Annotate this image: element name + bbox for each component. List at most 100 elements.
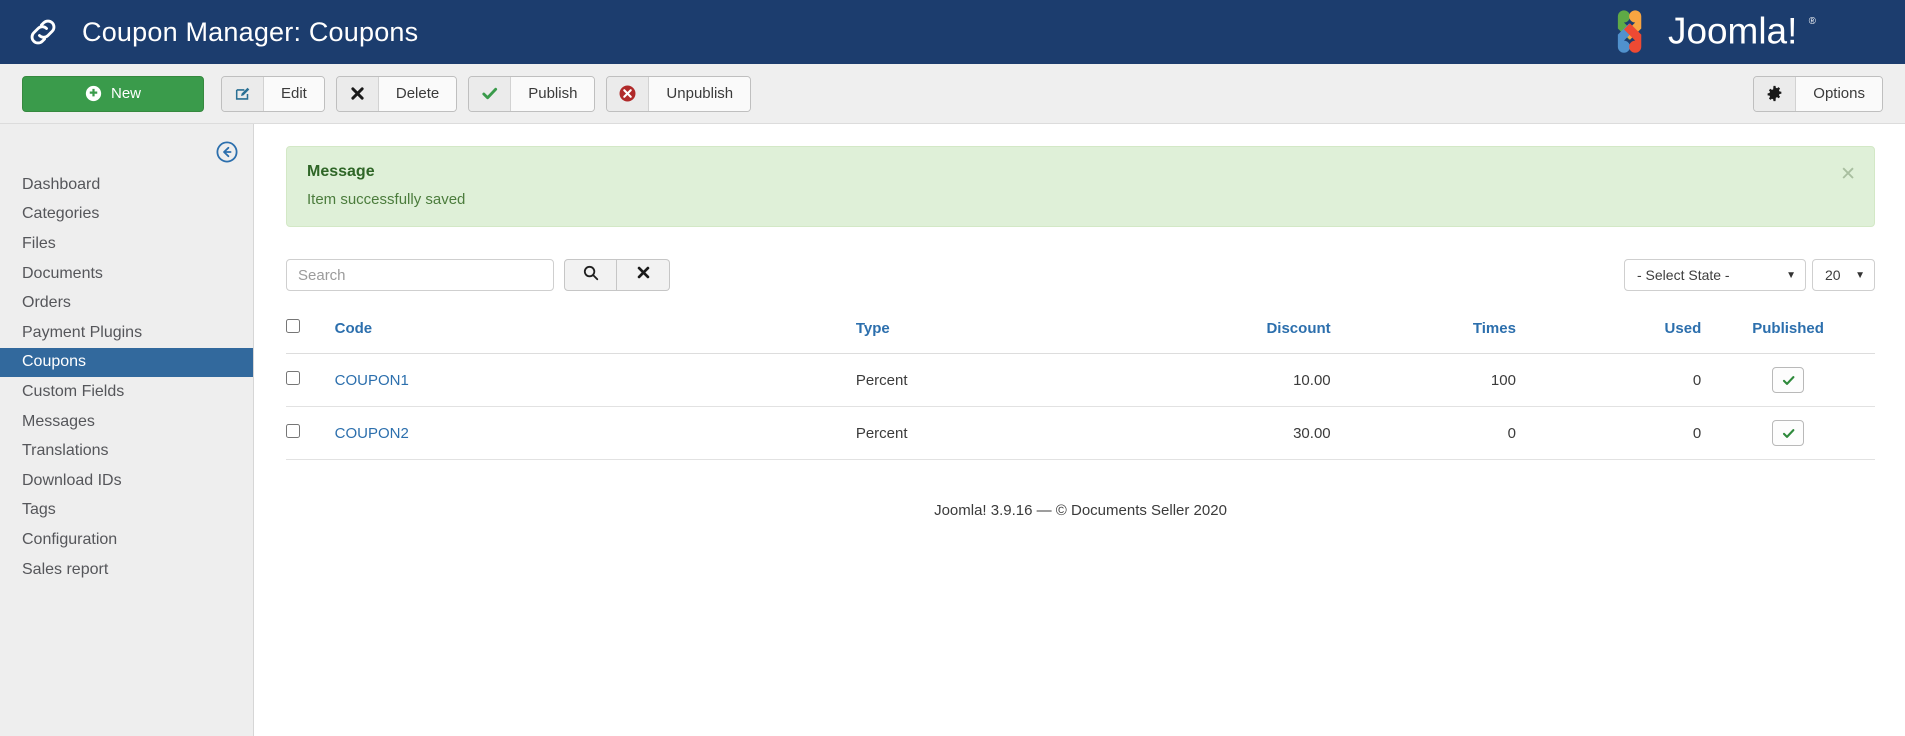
- sidebar-item-label: Coupons: [22, 353, 87, 371]
- arrow-circle-left-icon[interactable]: [215, 140, 239, 164]
- message-title: Message: [307, 163, 375, 180]
- new-button-label: New: [110, 85, 141, 102]
- delete-button-label: Delete: [378, 76, 457, 111]
- sidebar-item-download-ids[interactable]: Download IDs: [0, 466, 253, 496]
- column-header-times[interactable]: Times: [1330, 311, 1516, 354]
- select-all-checkbox[interactable]: [286, 319, 300, 333]
- search-icon: [582, 264, 600, 287]
- sidebar-collapse-row: [0, 134, 253, 170]
- message-text: Item successfully saved: [307, 191, 466, 208]
- search-button[interactable]: [564, 259, 617, 291]
- sidebar-item-documents[interactable]: Documents: [0, 259, 253, 289]
- search-input[interactable]: [286, 259, 554, 291]
- x-icon: [336, 76, 379, 111]
- column-header-code[interactable]: Code: [334, 311, 856, 354]
- publish-toggle-button[interactable]: [1772, 420, 1805, 446]
- gear-icon: [1754, 76, 1797, 111]
- column-header-discount[interactable]: Discount: [1145, 311, 1331, 354]
- unpublish-button-label: Unpublish: [649, 76, 751, 111]
- coupon-code-link[interactable]: COUPON2: [335, 425, 409, 442]
- chevron-down-icon: ▼: [1786, 269, 1796, 281]
- check-icon: [1782, 375, 1795, 385]
- row-checkbox[interactable]: [286, 371, 300, 385]
- sidebar-item-label: Categories: [22, 205, 100, 223]
- toolbar-right-group: Options: [1753, 75, 1883, 112]
- row-select-cell: [286, 406, 335, 460]
- footer-text: Joomla! 3.9.16 — © Documents Seller 2020: [934, 502, 1227, 519]
- sidebar-item-configuration[interactable]: Configuration: [0, 525, 253, 555]
- plus-circle-icon: [85, 85, 102, 102]
- main-content: Message Item successfully saved ✕ Search…: [254, 124, 1905, 736]
- coupons-table: Code Type Discount Times Used Published: [286, 311, 1875, 460]
- column-header-published[interactable]: Published: [1701, 311, 1875, 354]
- sidebar-item-tags[interactable]: Tags: [0, 496, 253, 526]
- search-button-group: [564, 259, 670, 291]
- sidebar-item-files[interactable]: Files: [0, 229, 253, 259]
- new-button[interactable]: New: [22, 75, 204, 112]
- table-head: Code Type Discount Times Used Published: [286, 311, 1875, 354]
- cell-published: [1701, 406, 1875, 460]
- cell-code: COUPON2: [334, 406, 856, 460]
- options-button-label: Options: [1796, 76, 1882, 111]
- sidebar: Dashboard Categories Files Documents Ord…: [0, 124, 254, 736]
- chevron-down-icon: ▼: [1855, 269, 1865, 281]
- link-icon: [26, 15, 60, 49]
- sidebar-item-label: Tags: [22, 501, 56, 519]
- list-limit-value: 20: [1825, 267, 1841, 283]
- sidebar-item-messages[interactable]: Messages: [0, 407, 253, 437]
- publish-button-label: Publish: [511, 76, 595, 111]
- filter-bar: - Select State - ▼ 20 ▼: [286, 259, 1875, 291]
- sidebar-item-label: Configuration: [22, 530, 118, 548]
- sidebar-item-label: Files: [22, 234, 56, 252]
- sidebar-menu: Dashboard Categories Files Documents Ord…: [0, 170, 253, 584]
- cell-type: Percent: [855, 353, 1146, 407]
- column-header-used[interactable]: Used: [1515, 311, 1702, 354]
- sidebar-item-label: Translations: [22, 442, 109, 460]
- svg-text:®: ®: [1809, 16, 1816, 27]
- options-button[interactable]: Options: [1753, 75, 1883, 112]
- column-header-type[interactable]: Type: [855, 311, 1146, 354]
- sidebar-item-orders[interactable]: Orders: [0, 288, 253, 318]
- sidebar-item-dashboard[interactable]: Dashboard: [0, 170, 253, 200]
- cell-type: Percent: [855, 406, 1146, 460]
- sidebar-item-label: Payment Plugins: [22, 323, 143, 341]
- sidebar-item-categories[interactable]: Categories: [0, 200, 253, 230]
- sidebar-item-translations[interactable]: Translations: [0, 436, 253, 466]
- page-title: Coupon Manager: Coupons: [82, 16, 419, 47]
- sidebar-item-label: Download IDs: [22, 471, 122, 489]
- sidebar-item-label: Custom Fields: [22, 382, 125, 400]
- sidebar-item-custom-fields[interactable]: Custom Fields: [0, 377, 253, 407]
- page-header: Coupon Manager: Coupons Joomla! ®: [0, 0, 1905, 64]
- x-icon: [635, 264, 652, 286]
- app-window: Coupon Manager: Coupons Joomla! ® New Ed…: [0, 0, 1905, 736]
- joomla-wordmark: Joomla! ®: [1668, 10, 1816, 51]
- publish-button[interactable]: Publish: [468, 75, 596, 112]
- table-row: COUPON1 Percent 10.00 100 0: [286, 353, 1875, 407]
- edit-button[interactable]: Edit: [221, 75, 325, 112]
- sidebar-item-payment-plugins[interactable]: Payment Plugins: [0, 318, 253, 348]
- row-select-cell: [286, 353, 335, 407]
- publish-toggle-button[interactable]: [1772, 367, 1805, 393]
- sidebar-item-label: Documents: [22, 264, 103, 282]
- sidebar-item-sales-report[interactable]: Sales report: [0, 555, 253, 585]
- state-filter-select[interactable]: - Select State - ▼: [1624, 259, 1806, 291]
- close-icon[interactable]: ✕: [1840, 165, 1856, 184]
- delete-button[interactable]: Delete: [335, 75, 458, 112]
- list-limit-select[interactable]: 20 ▼: [1812, 259, 1875, 291]
- check-icon: [1782, 428, 1795, 438]
- pencil-square-icon: [222, 76, 264, 111]
- cell-used: 0: [1515, 406, 1702, 460]
- state-filter-value: - Select State -: [1637, 267, 1730, 283]
- svg-text:Joomla!: Joomla!: [1668, 10, 1797, 51]
- filter-selects: - Select State - ▼ 20 ▼: [1624, 259, 1875, 291]
- sidebar-item-label: Orders: [22, 294, 71, 312]
- clear-search-button[interactable]: [617, 259, 670, 291]
- row-checkbox[interactable]: [286, 424, 300, 438]
- coupon-code-link[interactable]: COUPON1: [335, 372, 409, 389]
- toolbar: New Edit Delete Publish Unpublish Option…: [0, 64, 1905, 124]
- sidebar-item-coupons[interactable]: Coupons: [0, 347, 253, 378]
- unpublish-button[interactable]: Unpublish: [606, 75, 752, 112]
- sidebar-item-label: Dashboard: [22, 175, 101, 193]
- edit-button-label: Edit: [264, 76, 324, 111]
- x-circle-icon: [607, 76, 650, 111]
